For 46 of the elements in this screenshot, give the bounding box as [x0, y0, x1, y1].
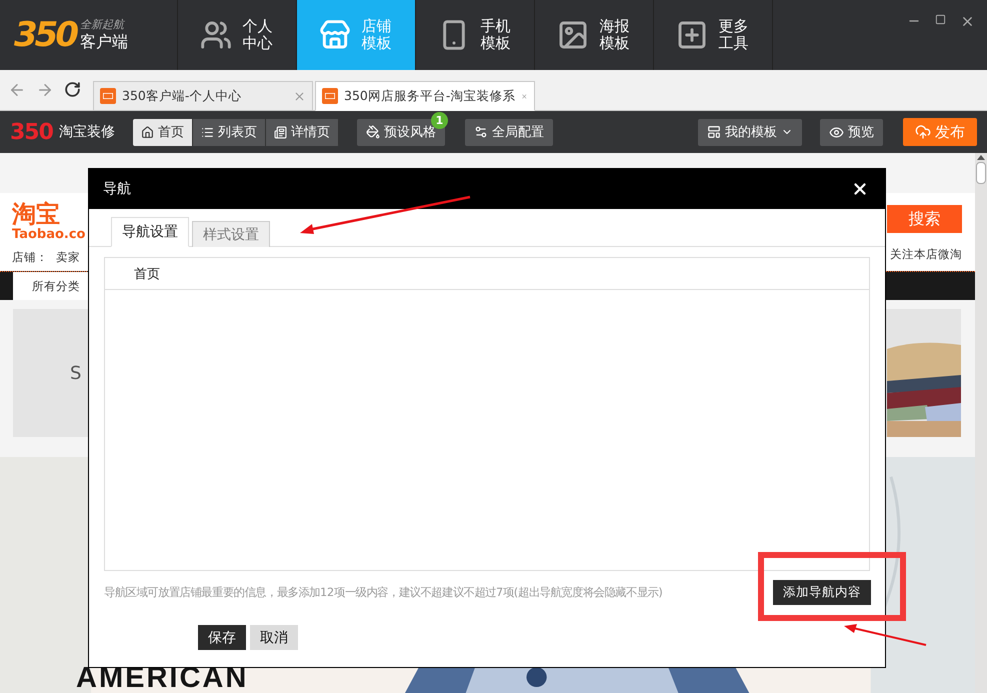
preview-button[interactable]: 预览 — [820, 118, 883, 146]
poster-icon — [557, 19, 590, 51]
settings-icon — [474, 125, 488, 139]
template-icon — [707, 125, 721, 139]
shop-label: 店铺： — [12, 250, 48, 265]
store-icon — [319, 19, 352, 51]
store-logo: 淘宝 — [12, 201, 61, 227]
banner-text: S — [70, 362, 82, 384]
dialog-tab[interactable]: 样式设置 — [192, 221, 270, 247]
paint-bucket-icon — [366, 125, 380, 139]
shop-name: 卖家 — [56, 250, 80, 265]
eye-icon — [829, 124, 844, 140]
add-nav-button[interactable]: 添加导航内容 — [773, 580, 871, 605]
nav-item[interactable]: 首页 — [105, 258, 869, 290]
favicon-icon — [100, 88, 116, 104]
people-icon — [200, 19, 232, 51]
my-templates-button[interactable]: 我的模板 — [698, 118, 802, 146]
dialog-title: 导航 — [103, 180, 131, 198]
editor-title: 淘宝装修 — [58, 123, 115, 141]
close-icon[interactable] — [960, 14, 975, 29]
cancel-button[interactable]: 取消 — [250, 625, 298, 650]
category-link[interactable]: 所有分类 — [32, 278, 80, 294]
scroll-up-icon[interactable] — [977, 155, 985, 160]
page-tab[interactable]: 详情页 — [266, 118, 339, 146]
scroll-thumb[interactable] — [976, 162, 986, 184]
document-icon — [274, 126, 287, 138]
home-icon — [140, 126, 154, 138]
list-icon — [200, 126, 214, 138]
follow-link[interactable]: 关注本店微淘 — [890, 247, 962, 262]
browser-tab[interactable]: 350客户端-个人中心 — [93, 81, 313, 111]
scrollbar[interactable] — [975, 153, 987, 693]
hint-text: 导航区域可放置店铺最重要的信息，最多添加12项一级内容，建议不超建议不超过7项(超出导航宽度将会隐藏不显示) — [104, 585, 663, 600]
favicon-icon — [322, 88, 338, 104]
global-config-button[interactable]: 全局配置 — [464, 118, 553, 146]
page-tab[interactable]: 列表页 — [192, 118, 266, 146]
dialog-tab[interactable]: 导航设置 — [111, 217, 189, 247]
store-logo-text: Taobao.co — [12, 227, 86, 242]
page-tab[interactable]: 首页 — [132, 118, 193, 146]
reload-icon[interactable] — [64, 81, 81, 98]
cloud-upload-icon — [915, 124, 931, 140]
save-button[interactable]: 保存 — [198, 625, 246, 650]
plus-icon — [676, 19, 708, 51]
editor-logo: 350 — [10, 120, 53, 144]
maximize-icon[interactable] — [935, 14, 946, 25]
hero-text: AMERICAN — [76, 664, 248, 693]
browser-tab[interactable]: 350网店服务平台-淘宝装修系 — [315, 81, 535, 111]
